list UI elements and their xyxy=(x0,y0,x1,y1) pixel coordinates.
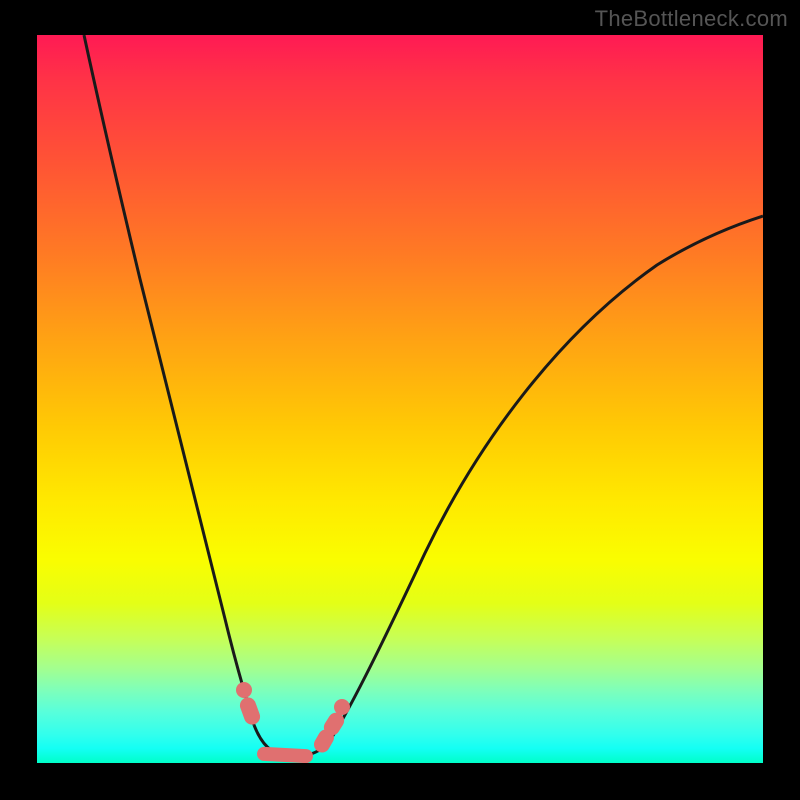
marker-floor xyxy=(257,747,314,763)
marker-group xyxy=(236,682,350,763)
marker-right-3 xyxy=(334,699,350,715)
outer-frame: TheBottleneck.com xyxy=(0,0,800,800)
curve-left-branch xyxy=(84,35,254,725)
bottleneck-curve-svg xyxy=(37,35,763,763)
watermark-text: TheBottleneck.com xyxy=(595,6,788,32)
curve-right-branch xyxy=(327,216,763,745)
plot-area xyxy=(37,35,763,763)
marker-left-2 xyxy=(238,695,263,727)
curve-group xyxy=(84,35,763,757)
marker-left-1 xyxy=(236,682,252,698)
